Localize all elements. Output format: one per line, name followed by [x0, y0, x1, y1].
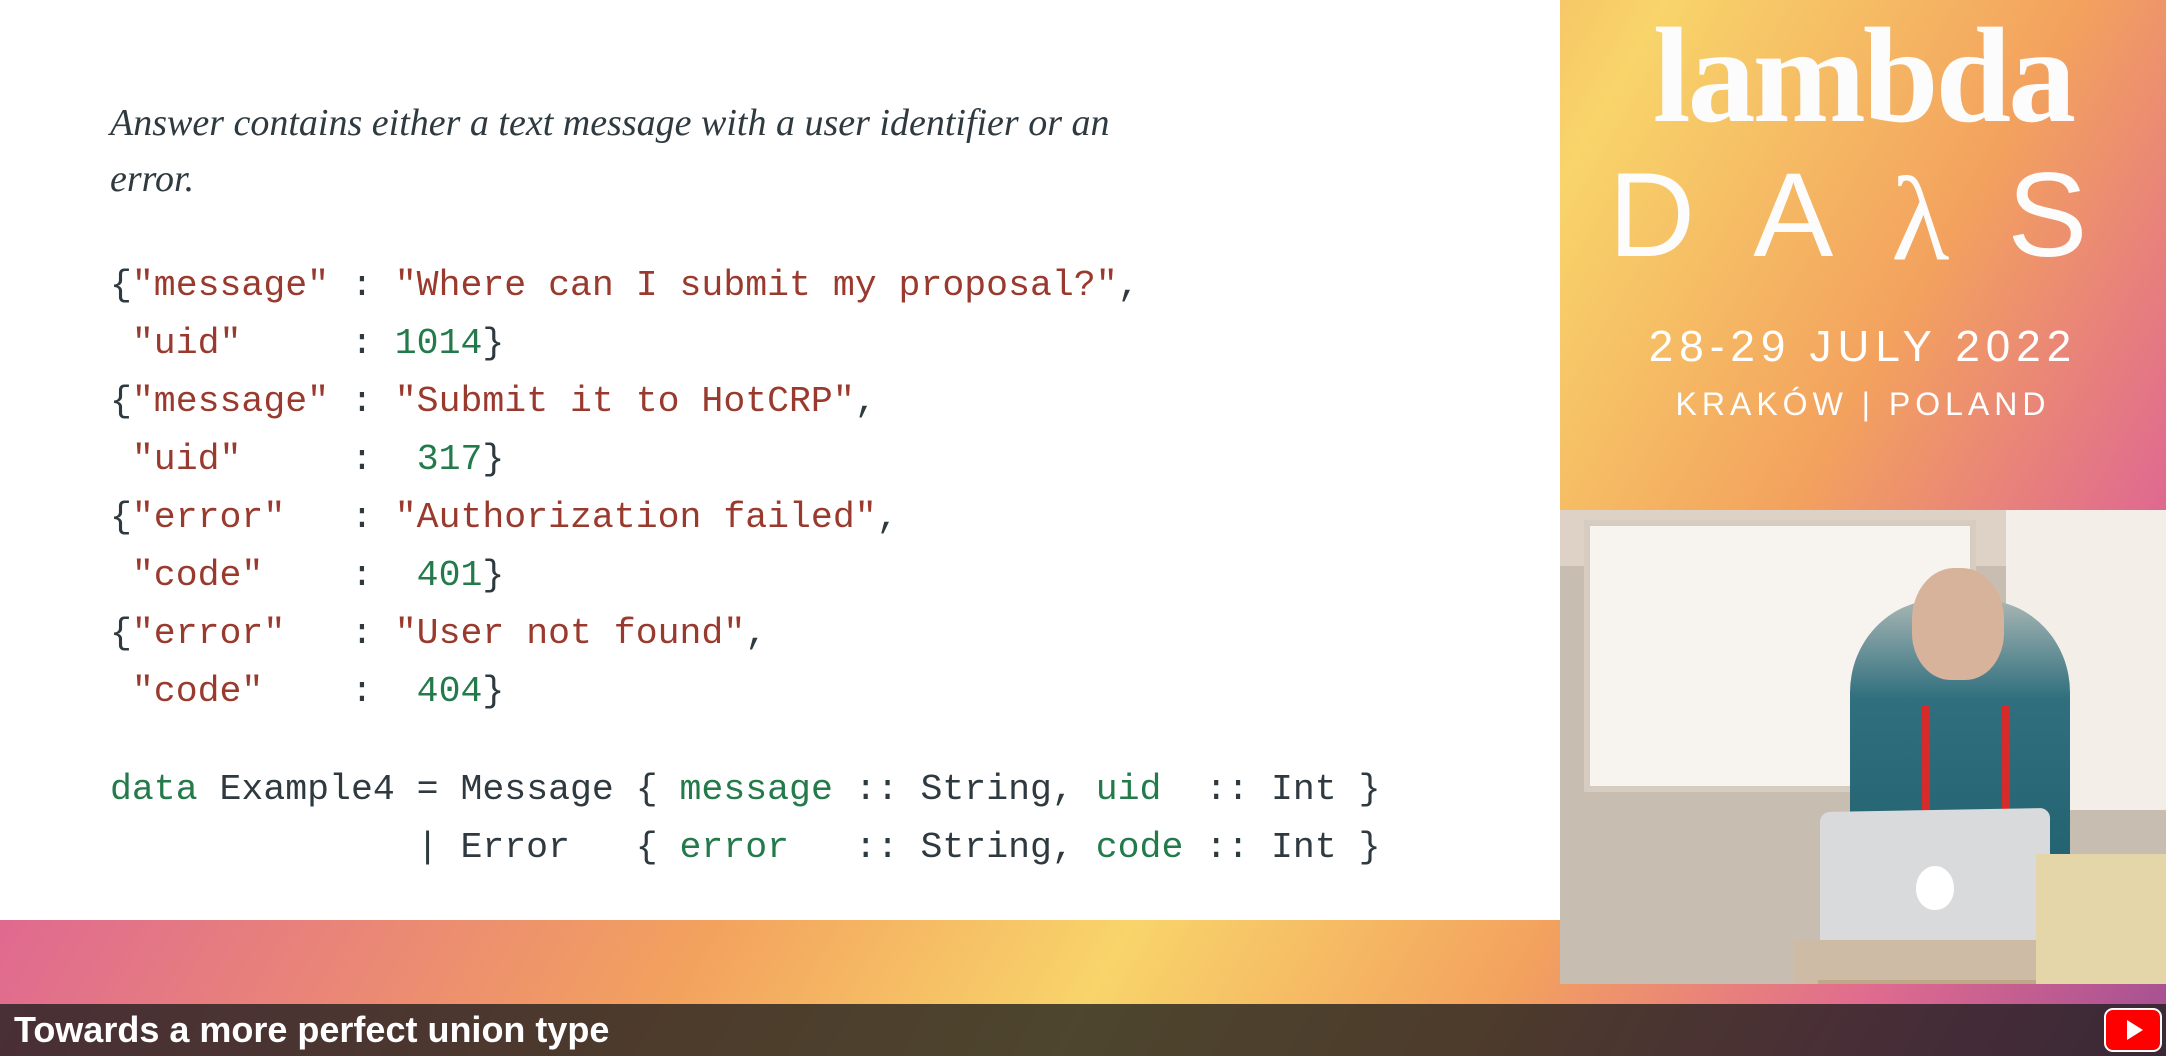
json-msg-1: Submit it to HotCRP: [417, 381, 833, 422]
event-letter-a: A: [1753, 146, 1863, 284]
json-err-0: Authorization failed: [417, 497, 855, 538]
haskell-keyword: data: [110, 769, 198, 810]
play-icon: [2127, 1020, 2143, 1040]
event-banner: lambda D A λ S 28-29 JULY 2022 KRAKÓW | …: [1560, 0, 2166, 510]
json-msg-0: Where can I submit my proposal?: [417, 265, 1096, 306]
talk-title: Towards a more perfect union type: [14, 1009, 609, 1051]
slide-intro: Answer contains either a text message wi…: [110, 95, 1140, 207]
apple-logo-icon: [1916, 866, 1954, 910]
youtube-icon[interactable]: [2106, 1010, 2160, 1050]
haskell-field-error: error: [680, 827, 790, 868]
haskell-block: data Example4 = Message { message :: Str…: [110, 761, 1560, 877]
haskell-ctor-1: Error: [460, 827, 570, 868]
haskell-field-uid: uid: [1096, 769, 1162, 810]
json-code-0: 401: [417, 555, 483, 596]
slide: Answer contains either a text message wi…: [0, 0, 1560, 920]
json-uid-0: 1014: [395, 323, 483, 364]
json-example-block: {"message" : "Where can I submit my prop…: [110, 257, 1560, 721]
camera-lectern-body: [1818, 980, 2058, 984]
json-err-1: User not found: [417, 613, 724, 654]
haskell-type-name: Example4: [220, 769, 395, 810]
json-uid-1: 317: [417, 439, 483, 480]
event-location: KRAKÓW | POLAND: [1560, 386, 2166, 423]
camera-speaker-head: [1912, 568, 2004, 680]
lambda-icon: λ: [1891, 150, 1979, 288]
event-letter-d: D: [1609, 146, 1726, 284]
event-letter-s: S: [2007, 146, 2117, 284]
event-title-line2: D A λ S: [1560, 146, 2166, 284]
speaker-camera-feed: [1560, 510, 2166, 984]
event-dates: 28-29 JULY 2022: [1560, 322, 2166, 372]
camera-side-table: [2036, 854, 2166, 984]
caption-bar: Towards a more perfect union type: [0, 1004, 2166, 1056]
json-code-1: 404: [417, 671, 483, 712]
event-title-line1: lambda: [1560, 0, 2166, 154]
haskell-field-code: code: [1096, 827, 1184, 868]
haskell-ctor-0: Message: [460, 769, 613, 810]
haskell-field-msg: message: [680, 769, 833, 810]
